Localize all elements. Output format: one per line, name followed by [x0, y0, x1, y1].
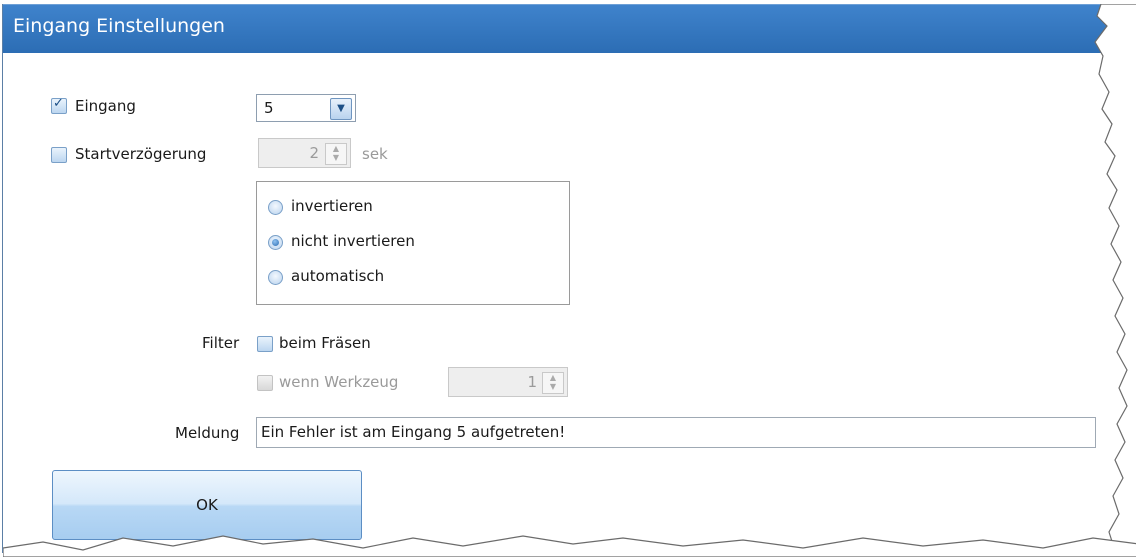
start-delay-unit: sek: [362, 145, 388, 163]
input-checkbox[interactable]: ✓: [51, 96, 67, 114]
radio-invertieren[interactable]: [268, 200, 283, 215]
input-select-value: 5: [264, 99, 274, 117]
filter-tool-value: 1: [527, 373, 537, 391]
title-bar[interactable]: Eingang Einstellungen: [3, 4, 1136, 53]
spin-arrows-icon[interactable]: ▲ ▼: [325, 143, 347, 165]
ok-button-label: OK: [196, 496, 218, 514]
message-input[interactable]: [261, 421, 1081, 443]
message-field[interactable]: [256, 417, 1096, 448]
input-select[interactable]: 5 ▼: [256, 94, 356, 122]
filter-label: Filter: [202, 334, 240, 352]
radio-automatisch-label[interactable]: automatisch: [291, 267, 384, 285]
filter-tool-spinner[interactable]: 1 ▲ ▼: [448, 367, 568, 397]
radio-invertieren-label[interactable]: invertieren: [291, 197, 373, 215]
message-label: Meldung: [175, 424, 240, 442]
settings-dialog: Eingang Einstellungen ✓ Eingang 5 ▼ Star…: [2, 4, 1136, 557]
torn-edge-bottom: [3, 535, 1136, 557]
radio-nicht-invertieren-label[interactable]: nicht invertieren: [291, 232, 415, 250]
filter-tool-label: wenn Werkzeug: [279, 373, 399, 391]
chevron-down-icon[interactable]: ▼: [330, 98, 352, 120]
start-delay-checkbox-label[interactable]: Startverzögerung: [75, 145, 206, 163]
input-checkbox-label[interactable]: Eingang: [75, 97, 136, 115]
start-delay-checkbox[interactable]: [51, 147, 67, 163]
spin-arrows-icon[interactable]: ▲ ▼: [542, 372, 564, 394]
invert-options-group: invertieren nicht invertieren automatisc…: [256, 181, 570, 305]
window-title: Eingang Einstellungen: [13, 15, 225, 37]
radio-automatisch[interactable]: [268, 270, 283, 285]
filter-milling-checkbox[interactable]: [257, 336, 273, 352]
start-delay-value: 2: [309, 144, 319, 162]
check-icon: ✓: [53, 96, 64, 111]
torn-edge-right: [1094, 4, 1136, 557]
filter-tool-checkbox[interactable]: [257, 375, 273, 391]
radio-nicht-invertieren[interactable]: [268, 235, 283, 250]
start-delay-spinner[interactable]: 2 ▲ ▼: [258, 138, 351, 168]
radio-selected-dot: [272, 239, 279, 246]
filter-milling-label[interactable]: beim Fräsen: [279, 334, 371, 352]
